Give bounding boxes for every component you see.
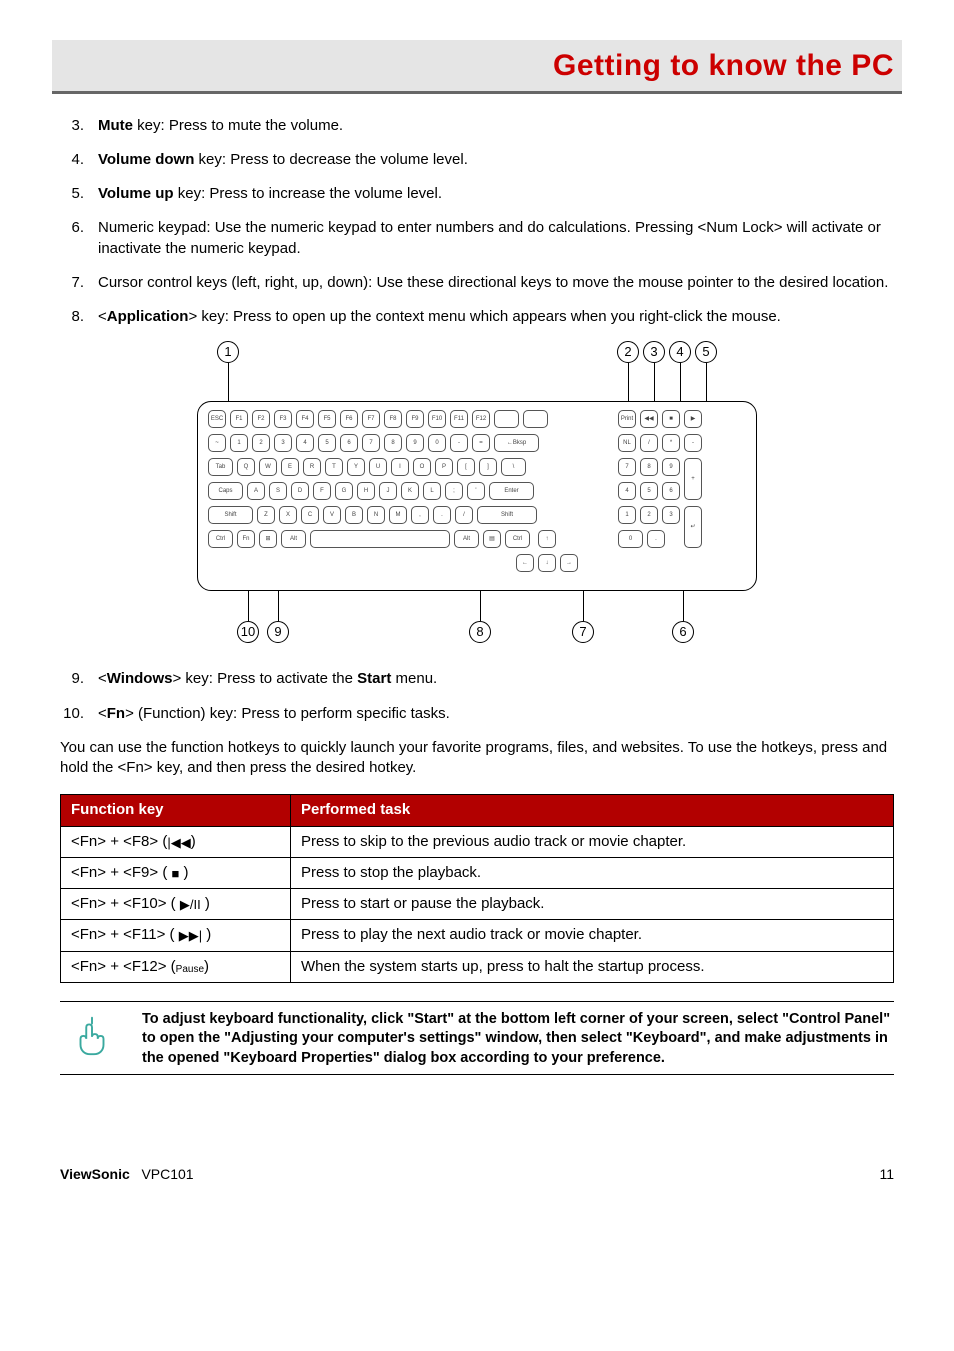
list-item: 7. Cursor control keys (left, right, up,…: [60, 273, 894, 293]
feature-list-b: 9. <Windows> key: Press to activate the …: [60, 669, 894, 724]
function-key-table: Function key Performed task <Fn> + <F8> …: [60, 794, 894, 983]
table-row: <Fn> + <F11> ( ▶▶| ) Press to play the n…: [61, 920, 894, 951]
footer-model: VPC101: [141, 1166, 193, 1182]
callout-8: 8: [469, 621, 491, 643]
keyboard-diagram: 1 2 3 4 5 ESCF1F2F3F4F5F6F7F8F9F10F11F12…: [197, 341, 757, 651]
callout-10: 10: [237, 621, 259, 643]
callout-1: 1: [217, 341, 239, 363]
footer-brand: ViewSonic: [60, 1166, 130, 1182]
stop-icon: ■: [172, 865, 180, 883]
th-function-key: Function key: [61, 795, 291, 826]
pause-icon: Pause: [176, 963, 204, 977]
callout-2: 2: [617, 341, 639, 363]
list-item: 3. Mute key: Press to mute the volume.: [60, 116, 894, 136]
callout-3: 3: [643, 341, 665, 363]
next-track-icon: ▶▶|: [179, 927, 202, 945]
note-box: To adjust keyboard functionality, click …: [60, 1001, 894, 1076]
table-row: <Fn> + <F9> ( ■ ) Press to stop the play…: [61, 857, 894, 888]
table-row: <Fn> + <F8> (|◀◀) Press to skip to the p…: [61, 826, 894, 857]
hotkey-paragraph: You can use the function hotkeys to quic…: [60, 738, 894, 779]
footer-page-number: 11: [879, 1165, 894, 1184]
list-item: 10. <Fn> (Function) key: Press to perfor…: [60, 704, 894, 724]
note-hand-icon: [60, 1008, 124, 1058]
list-item: 8. <Application> key: Press to open up t…: [60, 307, 894, 327]
list-item: 5. Volume up key: Press to increase the …: [60, 184, 894, 204]
callout-5: 5: [695, 341, 717, 363]
table-row: <Fn> + <F10> ( ▶/II ) Press to start or …: [61, 889, 894, 920]
th-performed-task: Performed task: [291, 795, 894, 826]
callout-6: 6: [672, 621, 694, 643]
callout-7: 7: [572, 621, 594, 643]
list-item: 4. Volume down key: Press to decrease th…: [60, 150, 894, 170]
prev-track-icon: |◀◀: [167, 834, 190, 852]
chapter-title: Getting to know the PC: [553, 49, 894, 82]
play-pause-icon: ▶/II: [180, 896, 201, 914]
keyboard-body: ESCF1F2F3F4F5F6F7F8F9F10F11F12 Print◀◀■▶…: [197, 401, 757, 591]
feature-list-a: 3. Mute key: Press to mute the volume. 4…: [60, 116, 894, 328]
chapter-header: Getting to know the PC: [52, 40, 902, 94]
callout-4: 4: [669, 341, 691, 363]
list-item: 6. Numeric keypad: Use the numeric keypa…: [60, 218, 894, 259]
note-text: To adjust keyboard functionality, click …: [142, 1008, 894, 1069]
page-footer: ViewSonic VPC101 11: [60, 1165, 894, 1184]
list-item: 9. <Windows> key: Press to activate the …: [60, 669, 894, 689]
table-row: <Fn> + <F12> (Pause) When the system sta…: [61, 951, 894, 982]
callout-9: 9: [267, 621, 289, 643]
